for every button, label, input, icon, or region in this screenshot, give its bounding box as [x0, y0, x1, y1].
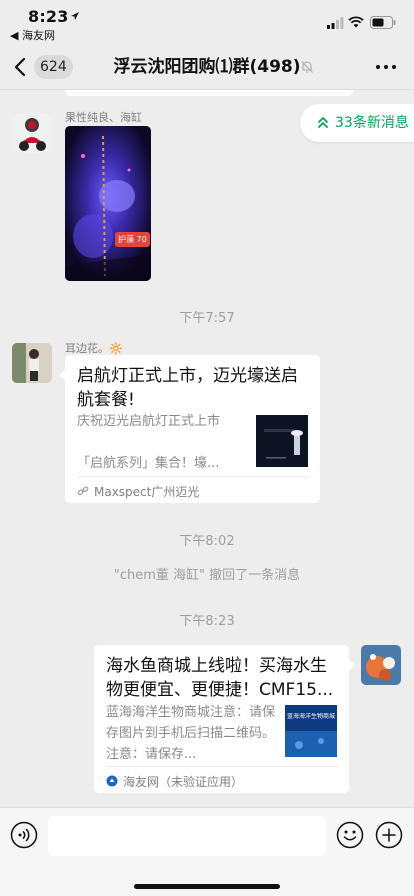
more-options-icon[interactable]	[374, 57, 398, 77]
card-description: 庆祝迈光启航灯正式上市 「启航系列」集合！壕...	[77, 414, 221, 471]
battery-icon	[370, 16, 396, 29]
input-bar	[0, 807, 414, 896]
thumbnail-caption: 蓝海海洋生物商城	[287, 713, 335, 720]
link-card[interactable]: 启航灯正式上市，迈光壕送启航套餐! 庆祝迈光启航灯正式上市 「启航系列」集合！壕…	[59, 355, 320, 503]
card-thumbnail	[256, 415, 308, 467]
card-description: 蓝海海洋生物商城注意：请保存图片到手机后扫描二维码。注意：请保存...	[106, 705, 276, 762]
card-divider	[77, 476, 309, 477]
bubble-tail	[348, 659, 355, 671]
video-thumbnail[interactable]: 护藻 70	[65, 126, 151, 281]
sender-name: 果性纯良、海缸	[65, 111, 142, 124]
new-messages-pill[interactable]: 33条新消息	[300, 104, 414, 142]
home-indicator	[134, 884, 280, 889]
card-title: 启航灯正式上市，迈光壕送启航套餐!	[77, 366, 298, 410]
card-source: Maxspect广州迈光	[94, 485, 200, 499]
link-card[interactable]: 海水鱼商城上线啦！买海水生物更便宜、更便捷！CMF15... 蓝海海洋生物商城注…	[94, 645, 355, 793]
card-source: 海友网（未验证应用）	[123, 775, 244, 789]
status-time: 8:23	[28, 7, 69, 26]
previous-message-bubble-edge	[65, 90, 353, 96]
chat-header: 624 浮云沈阳团购⑴群(498)	[0, 44, 414, 90]
plus-icon[interactable]	[375, 821, 403, 849]
double-chevron-up-icon	[318, 117, 328, 128]
chat-title: 浮云沈阳团购⑴群(498)	[113, 57, 301, 77]
cellular-signal-icon	[327, 17, 344, 29]
bubble-tail	[59, 369, 66, 381]
emoji-icon[interactable]	[336, 821, 364, 849]
location-arrow-icon	[71, 12, 79, 20]
avatar[interactable]	[12, 343, 52, 383]
card-title: 海水鱼商城上线啦！买海水生物更便宜、更便捷！CMF15...	[106, 656, 334, 700]
timestamp: 下午8:02	[179, 534, 235, 549]
message-list[interactable]: 果性纯良、海缸 护藻 70 33条新消息 下午7:57 耳边花。🔆 启航灯正式上…	[0, 90, 414, 807]
sender-name: 耳边花。🔆	[65, 342, 123, 355]
chevron-left-icon	[14, 57, 26, 77]
status-bar: 8:23 ◀ 海友网	[0, 0, 414, 44]
video-overlay-badge: 护藻 70	[115, 232, 150, 247]
avatar[interactable]	[12, 113, 52, 153]
card-thumbnail: 蓝海海洋生物商城	[285, 705, 337, 757]
recalled-message-notice: "chem董 海缸" 撤回了一条消息	[113, 568, 301, 583]
new-messages-label: 33条新消息	[335, 115, 409, 131]
voice-input-icon[interactable]	[10, 821, 38, 849]
unread-count-badge[interactable]: 624	[34, 55, 73, 79]
card-divider	[106, 766, 338, 767]
link-chain-icon	[77, 486, 89, 496]
back-to-app-link[interactable]: ◀ 海友网	[10, 27, 55, 43]
wifi-icon	[348, 16, 364, 28]
timestamp: 下午8:23	[179, 614, 235, 629]
miniapp-icon	[106, 775, 118, 787]
mute-bell-icon	[301, 61, 313, 73]
message-input[interactable]	[48, 816, 326, 856]
timestamp: 下午7:57	[179, 311, 235, 326]
avatar[interactable]	[361, 645, 401, 685]
